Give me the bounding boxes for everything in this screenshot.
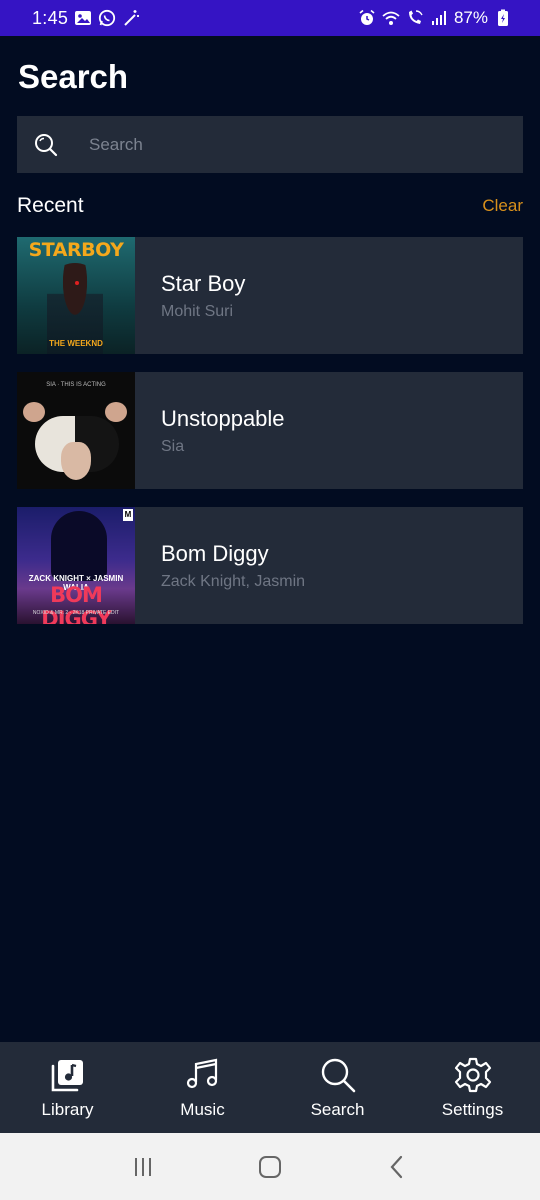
album-artwork: M ZACK KNIGHT × JASMIN WALIA BOM DIGGY N…	[17, 507, 135, 624]
artwork-detail	[23, 402, 45, 422]
wifi-calling-icon	[406, 9, 424, 27]
song-artist: Zack Knight, Jasmin	[161, 572, 306, 590]
recent-item-unstoppable[interactable]: SIA · THIS IS ACTING Unstoppable Sia	[17, 372, 523, 489]
artwork-badge: M	[123, 509, 133, 521]
nav-search[interactable]: Search	[270, 1042, 405, 1133]
artwork-detail	[75, 281, 79, 285]
artwork-face	[61, 442, 91, 480]
item-text: Unstoppable Sia	[161, 406, 285, 456]
recent-item-bom-diggy[interactable]: M ZACK KNIGHT × JASMIN WALIA BOM DIGGY N…	[17, 507, 523, 624]
artwork-logo: STARBOY	[28, 239, 124, 261]
nav-settings[interactable]: Settings	[405, 1042, 540, 1133]
image-icon	[74, 9, 92, 27]
search-input[interactable]	[89, 134, 489, 155]
home-icon	[258, 1155, 281, 1178]
song-title: Star Boy	[161, 270, 246, 296]
battery-percent: 87%	[453, 8, 488, 27]
nav-label-music: Music	[180, 1099, 225, 1119]
nav-library[interactable]: Library	[0, 1042, 135, 1133]
recent-label: Recent	[17, 194, 84, 217]
home-button[interactable]	[250, 1147, 290, 1187]
item-text: Star Boy Mohit Suri	[161, 271, 245, 321]
album-artwork: SIA · THIS IS ACTING	[17, 372, 135, 489]
nav-music[interactable]: Music	[135, 1042, 270, 1133]
album-artwork: STARBOY THE WEEKND	[17, 237, 135, 354]
song-title: Unstoppable	[161, 405, 285, 431]
recent-list: STARBOY THE WEEKND Star Boy Mohit Suri S…	[17, 237, 523, 642]
signal-icon	[430, 9, 448, 27]
recents-icon	[135, 1157, 152, 1176]
whatsapp-icon	[98, 9, 116, 27]
nav-label-search: Search	[310, 1099, 365, 1119]
search-bar[interactable]	[17, 116, 523, 173]
search-icon	[321, 1058, 355, 1092]
song-artist: Mohit Suri	[161, 302, 234, 320]
nav-label-settings: Settings	[441, 1099, 504, 1119]
clear-button[interactable]: Clear	[482, 196, 523, 216]
artwork-caption: SIA · THIS IS ACTING	[46, 382, 106, 388]
music-notes-icon	[186, 1058, 217, 1088]
recent-header: Recent Clear	[17, 194, 523, 218]
battery-charging-icon	[494, 9, 512, 27]
artwork-detail	[105, 402, 127, 422]
artwork-tag: THE WEEKND	[49, 339, 103, 348]
back-icon	[390, 1155, 402, 1178]
gear-icon	[454, 1057, 491, 1092]
item-text: Bom Diggy Zack Knight, Jasmin	[161, 541, 305, 591]
artwork-sub: NOXID & MR. 2 - 2K18 PRIVATE EDIT	[32, 610, 120, 616]
back-button[interactable]	[377, 1147, 417, 1187]
song-artist: Sia	[161, 437, 185, 455]
recents-button[interactable]	[123, 1147, 163, 1187]
status-bar: 1:45 87%	[0, 0, 540, 36]
system-nav-bar	[0, 1133, 540, 1200]
bottom-nav: Library Music Search Settings	[0, 1042, 540, 1133]
song-title: Bom Diggy	[161, 540, 269, 566]
artwork-silhouette	[51, 511, 107, 581]
nav-label-library: Library	[41, 1099, 94, 1119]
status-right: 87%	[358, 8, 512, 28]
status-left: 1:45	[32, 8, 140, 29]
page-title: Search	[18, 58, 129, 95]
status-time: 1:45	[32, 7, 69, 28]
search-icon	[35, 133, 58, 156]
artwork-title: BOM DIGGY	[41, 583, 111, 624]
alarm-icon	[358, 9, 376, 27]
magic-wand-icon	[122, 9, 140, 27]
recent-item-star-boy[interactable]: STARBOY THE WEEKND Star Boy Mohit Suri	[17, 237, 523, 354]
library-icon	[51, 1059, 83, 1091]
wifi-icon	[382, 9, 400, 27]
